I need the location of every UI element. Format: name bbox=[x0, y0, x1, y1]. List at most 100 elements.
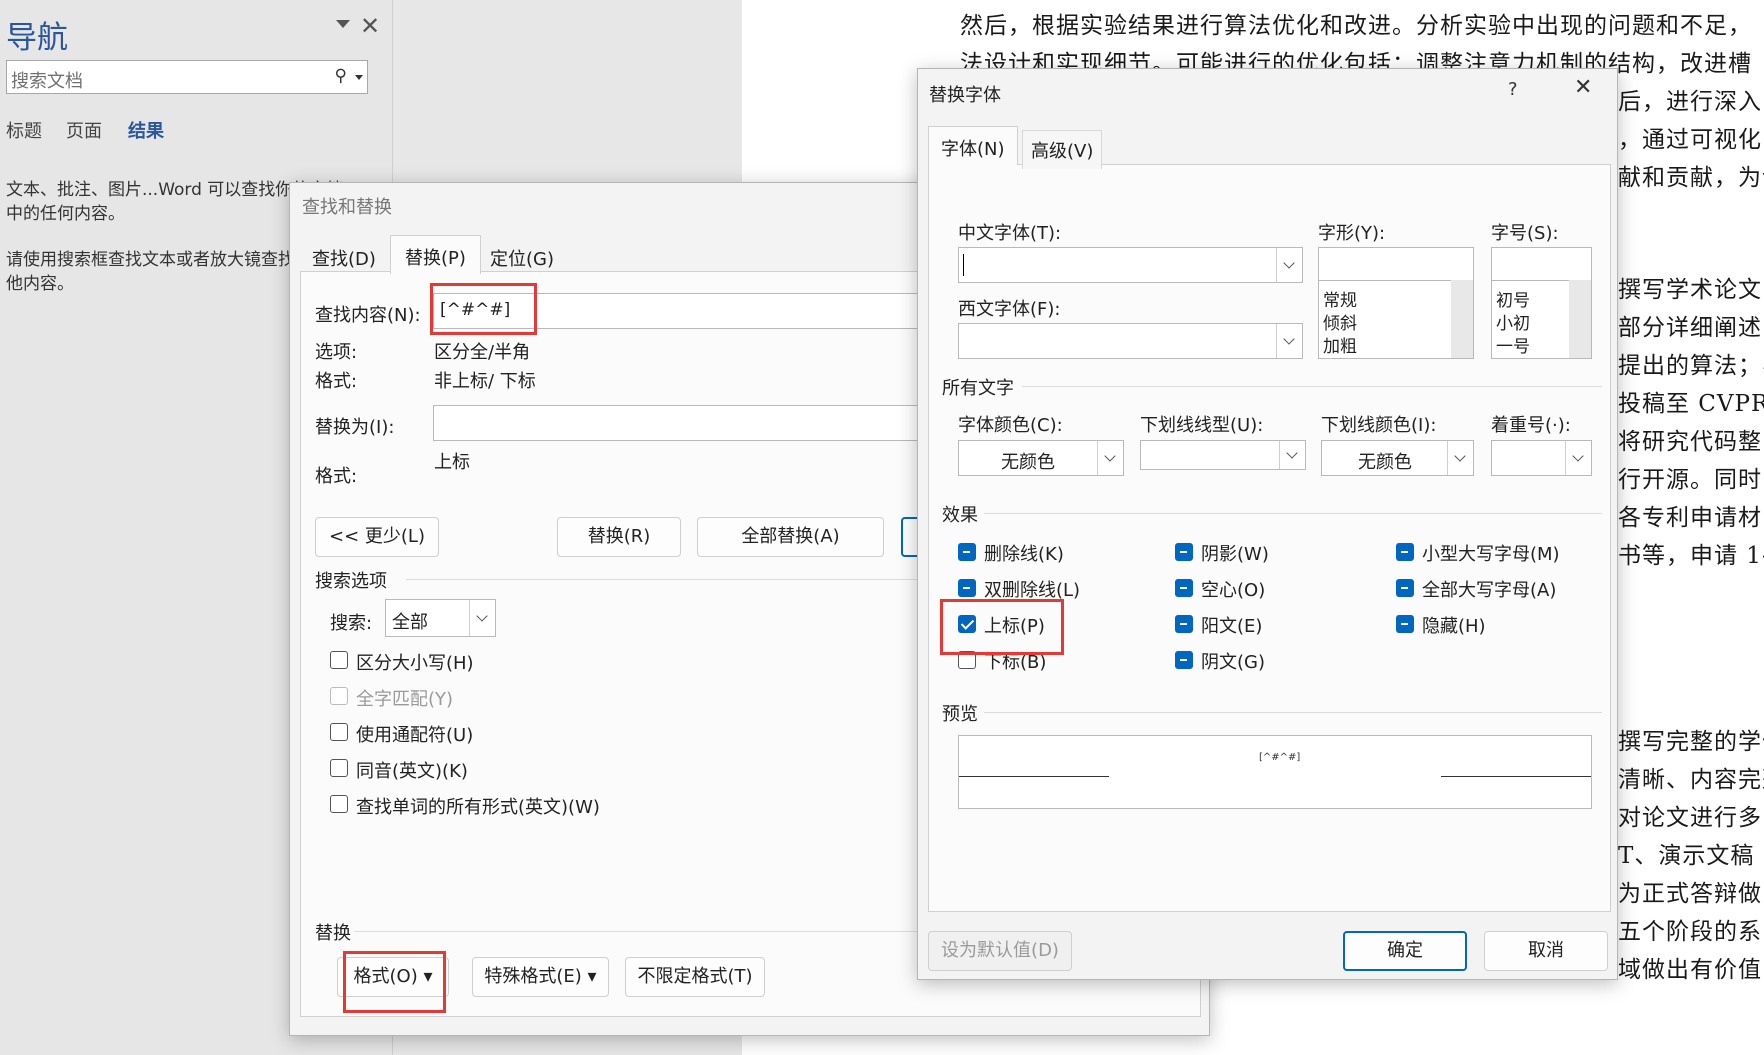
doc-line: 行开源。同时， bbox=[1618, 467, 1764, 493]
nav-tab-results[interactable]: 结果 bbox=[128, 117, 164, 143]
emboss-label[interactable]: 阳文(E) bbox=[1201, 612, 1262, 638]
size-input[interactable] bbox=[1492, 248, 1591, 281]
doc-line: 书等，申请 1- bbox=[1618, 543, 1764, 569]
underline-color-value: 无颜色 bbox=[1358, 452, 1412, 473]
hidden-checkbox[interactable] bbox=[1396, 615, 1414, 633]
replace-all-button[interactable]: 全部替换(A) bbox=[697, 517, 884, 557]
tab-advanced[interactable]: 高级(V) bbox=[1022, 130, 1103, 169]
search-icon[interactable]: ⚲ bbox=[335, 66, 347, 86]
doc-line: 献和贡献，为论 bbox=[1618, 165, 1764, 191]
preview-text: [^#^#] bbox=[1259, 752, 1301, 763]
en-font-combo[interactable] bbox=[958, 323, 1303, 359]
wildcards-label[interactable]: 使用通配符(U) bbox=[356, 721, 473, 747]
sounds-like-label[interactable]: 同音(英文)(K) bbox=[356, 757, 468, 783]
match-case-checkbox[interactable] bbox=[330, 651, 348, 669]
strikethrough-label[interactable]: 删除线(K) bbox=[984, 540, 1064, 566]
small-caps-checkbox[interactable] bbox=[1396, 543, 1414, 561]
engrave-label[interactable]: 阴文(G) bbox=[1201, 648, 1265, 674]
nav-options-icon[interactable] bbox=[336, 20, 350, 28]
close-icon[interactable]: ✕ bbox=[1574, 75, 1592, 100]
emboss-checkbox[interactable] bbox=[1175, 615, 1193, 633]
help-icon[interactable]: ? bbox=[1508, 79, 1518, 100]
whole-word-checkbox bbox=[330, 687, 348, 705]
hidden-label[interactable]: 隐藏(H) bbox=[1422, 612, 1486, 638]
font-color-select[interactable]: 无颜色 bbox=[958, 440, 1124, 476]
size-option[interactable]: 小初 bbox=[1496, 309, 1530, 334]
no-formatting-button[interactable]: 不限定格式(T) bbox=[625, 957, 765, 997]
divider bbox=[984, 513, 1602, 514]
emphasis-select[interactable] bbox=[1491, 440, 1592, 476]
search-direction-select[interactable]: 全部 bbox=[385, 599, 496, 637]
style-list[interactable]: 常规 倾斜 加粗 bbox=[1318, 247, 1474, 359]
all-caps-label[interactable]: 全部大写字母(A) bbox=[1422, 576, 1556, 602]
outline-checkbox[interactable] bbox=[1175, 579, 1193, 597]
cn-font-combo[interactable] bbox=[958, 247, 1303, 283]
search-options-heading: 搜索选项 bbox=[315, 571, 387, 592]
font-color-label: 字体颜色(C): bbox=[958, 415, 1063, 436]
double-strikethrough-checkbox[interactable] bbox=[958, 579, 976, 597]
nav-search-placeholder: 搜索文档 bbox=[11, 71, 83, 92]
strikethrough-checkbox[interactable] bbox=[958, 543, 976, 561]
underline-style-select[interactable] bbox=[1140, 440, 1306, 470]
options-value: 区分全/半角 bbox=[434, 342, 531, 363]
style-label: 字形(Y): bbox=[1318, 223, 1386, 244]
ok-button[interactable]: 确定 bbox=[1343, 931, 1467, 971]
replace-label: 替换为(I): bbox=[315, 417, 395, 438]
doc-line: ，通过可视化 bbox=[1618, 127, 1762, 153]
chevron-down-icon[interactable] bbox=[1276, 324, 1302, 358]
doc-line: 撰写完整的学位 bbox=[1618, 729, 1764, 755]
format-label: 格式: bbox=[315, 371, 358, 392]
scrollbar[interactable] bbox=[1569, 280, 1591, 358]
shadow-label[interactable]: 阴影(W) bbox=[1201, 540, 1269, 566]
style-option[interactable]: 加粗 bbox=[1323, 332, 1357, 357]
shadow-checkbox[interactable] bbox=[1175, 543, 1193, 561]
nav-close-icon[interactable]: ✕ bbox=[360, 12, 380, 40]
style-input[interactable] bbox=[1319, 248, 1473, 281]
wildcards-checkbox[interactable] bbox=[330, 723, 348, 741]
nav-tab-headings[interactable]: 标题 bbox=[6, 117, 42, 143]
cancel-button[interactable]: 取消 bbox=[1484, 931, 1608, 971]
search-dropdown-icon[interactable] bbox=[355, 75, 363, 80]
chevron-down-icon[interactable] bbox=[1097, 441, 1123, 475]
emphasis-label: 着重号(·): bbox=[1491, 415, 1571, 436]
nav-search-input[interactable]: 搜索文档 ⚲ bbox=[6, 60, 368, 94]
match-case-label[interactable]: 区分大小写(H) bbox=[356, 649, 474, 675]
underline-color-select[interactable]: 无颜色 bbox=[1321, 440, 1474, 476]
nav-hint-text: 他内容。 bbox=[6, 274, 74, 294]
chevron-down-icon[interactable] bbox=[1279, 441, 1305, 469]
en-font-label: 西文字体(F): bbox=[958, 299, 1061, 320]
replace-button[interactable]: 替换(R) bbox=[557, 517, 681, 557]
small-caps-label[interactable]: 小型大写字母(M) bbox=[1422, 540, 1560, 566]
style-option[interactable]: 常规 bbox=[1323, 286, 1357, 311]
size-option[interactable]: 初号 bbox=[1496, 286, 1530, 311]
tab-font[interactable]: 字体(N) bbox=[928, 126, 1018, 165]
doc-line: 后，进行深入的 bbox=[1618, 89, 1764, 115]
highlight-box bbox=[343, 951, 446, 1013]
outline-label[interactable]: 空心(O) bbox=[1201, 576, 1265, 602]
engrave-checkbox[interactable] bbox=[1175, 651, 1193, 669]
special-format-button[interactable]: 特殊格式(E) ▾ bbox=[472, 957, 609, 997]
tab-replace[interactable]: 替换(P) bbox=[390, 235, 481, 274]
nav-tab-pages[interactable]: 页面 bbox=[66, 117, 102, 143]
chevron-down-icon[interactable] bbox=[1565, 441, 1591, 475]
size-option[interactable]: 一号 bbox=[1496, 332, 1530, 357]
word-forms-label[interactable]: 查找单词的所有形式(英文)(W) bbox=[356, 793, 600, 819]
size-list[interactable]: 初号 小初 一号 bbox=[1491, 247, 1592, 359]
dialog-title: 替换字体 bbox=[929, 85, 1001, 106]
style-option[interactable]: 倾斜 bbox=[1323, 309, 1357, 334]
chevron-down-icon[interactable] bbox=[1276, 248, 1302, 282]
doc-line: T、演示文稿 bbox=[1618, 843, 1755, 869]
less-button[interactable]: << 更少(L) bbox=[315, 517, 439, 557]
doc-line: 五个阶段的系 bbox=[1618, 919, 1762, 945]
sounds-like-checkbox[interactable] bbox=[330, 759, 348, 777]
all-caps-checkbox[interactable] bbox=[1396, 579, 1414, 597]
scrollbar[interactable] bbox=[1451, 280, 1473, 358]
set-default-button[interactable]: 设为默认值(D) bbox=[928, 931, 1072, 971]
chevron-down-icon[interactable] bbox=[469, 600, 495, 636]
chevron-down-icon[interactable] bbox=[1447, 441, 1473, 475]
doc-line: 将研究代码整 bbox=[1618, 429, 1762, 455]
tab-find[interactable]: 查找(D) bbox=[302, 239, 386, 277]
word-forms-checkbox[interactable] bbox=[330, 795, 348, 813]
find-label: 查找内容(N): bbox=[315, 305, 421, 326]
tab-goto[interactable]: 定位(G) bbox=[480, 239, 564, 277]
